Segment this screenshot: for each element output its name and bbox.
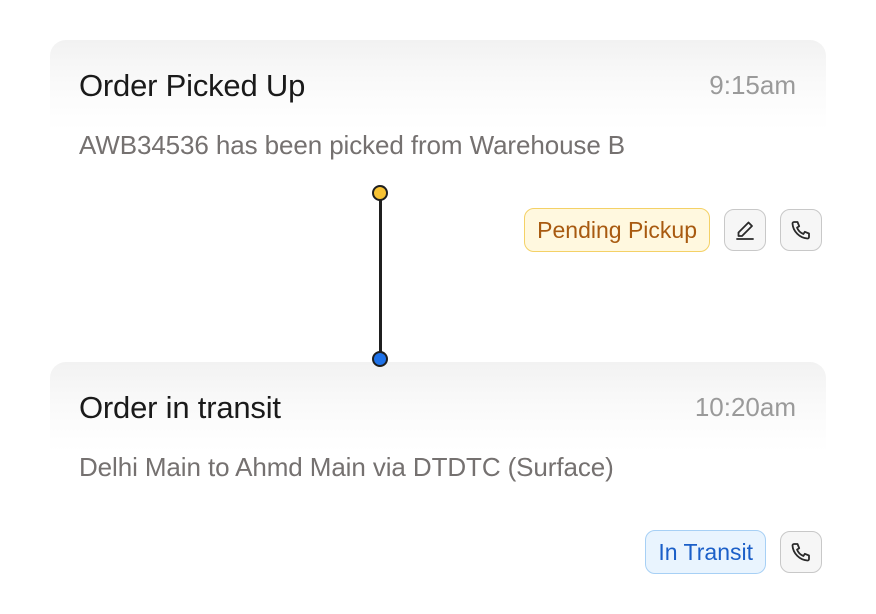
timeline-card-in-transit: Order in transit 10:20am Delhi Main to A… bbox=[50, 362, 826, 518]
phone-icon bbox=[791, 221, 810, 240]
timeline-card-picked-up: Order Picked Up 9:15am AWB34536 has been… bbox=[50, 40, 826, 196]
event-title: Order Picked Up bbox=[79, 68, 306, 103]
timeline-dot-transit bbox=[372, 351, 388, 367]
event-description: Delhi Main to Ahmd Main via DTDTC (Surfa… bbox=[79, 452, 614, 482]
timeline-dot-pending bbox=[372, 185, 388, 201]
edit-icon bbox=[736, 221, 754, 240]
timeline-connector bbox=[378, 193, 382, 360]
phone-icon bbox=[791, 543, 810, 562]
event-actions: Pending Pickup bbox=[524, 208, 822, 252]
status-badge-pending: Pending Pickup bbox=[524, 208, 710, 252]
event-actions: In Transit bbox=[645, 530, 822, 574]
edit-button[interactable] bbox=[724, 209, 766, 251]
call-button[interactable] bbox=[780, 531, 822, 573]
status-badge-transit: In Transit bbox=[645, 530, 766, 574]
event-time: 9:15am bbox=[709, 70, 796, 100]
event-description: AWB34536 has been picked from Warehouse … bbox=[79, 130, 626, 160]
event-title: Order in transit bbox=[79, 390, 281, 425]
event-time: 10:20am bbox=[694, 392, 796, 422]
call-button[interactable] bbox=[780, 209, 822, 251]
